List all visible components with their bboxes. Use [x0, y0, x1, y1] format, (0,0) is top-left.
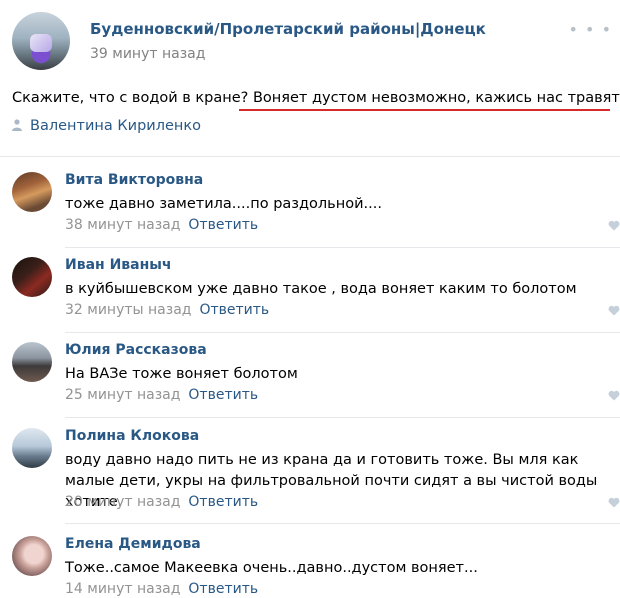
avatar-image-detail	[30, 34, 52, 52]
comment-time[interactable]: 25 минут назад	[65, 387, 180, 403]
like-heart-icon[interactable]	[608, 220, 620, 231]
comment-divider	[65, 332, 620, 333]
more-dots-icon[interactable]: • • •	[569, 20, 612, 39]
group-avatar[interactable]	[12, 12, 70, 70]
commenter-avatar[interactable]	[12, 536, 52, 576]
comment-divider	[65, 247, 620, 248]
comment-time[interactable]: 38 минут назад	[65, 217, 180, 233]
comment-meta: 20 минут назад Ответить	[65, 494, 258, 510]
post-text-question: Скажите, что с водой в кране?	[12, 90, 253, 106]
reply-button[interactable]: Ответить	[199, 302, 269, 318]
commenter-name[interactable]: Юлия Рассказова	[65, 342, 207, 358]
comment-text: На ВАЗе тоже воняет болотом	[65, 366, 298, 382]
reply-button[interactable]: Ответить	[188, 387, 258, 403]
comment-text: в куйбышевском уже давно такое , вода во…	[65, 281, 577, 297]
comment-meta: 14 минут назад Ответить	[65, 581, 258, 597]
reply-button[interactable]: Ответить	[188, 494, 258, 510]
comment-divider	[65, 523, 620, 524]
like-heart-icon[interactable]	[608, 305, 620, 316]
like-heart-icon[interactable]	[608, 390, 620, 401]
comment-time[interactable]: 32 минуты назад	[65, 302, 191, 318]
comment-divider	[65, 417, 620, 418]
comment-text: тоже давно заметила....по раздольной....	[65, 196, 382, 212]
commenter-avatar[interactable]	[12, 428, 52, 468]
comment-time[interactable]: 14 минут назад	[65, 581, 180, 597]
post-comments-divider	[0, 156, 620, 157]
comment-time[interactable]: 20 минут назад	[65, 494, 180, 510]
group-name-link[interactable]: Буденновский/Пролетарский районы|Донецк	[90, 20, 486, 38]
post-header: Буденновский/Пролетарский районы|Донецк …	[12, 12, 612, 72]
post-author-name: Валентина Кириленко	[30, 118, 201, 134]
commenter-name[interactable]: Елена Демидова	[65, 536, 201, 552]
post-author[interactable]: Валентина Кириленко	[12, 118, 201, 134]
reply-button[interactable]: Ответить	[188, 581, 258, 597]
commenter-name[interactable]: Полина Клокова	[65, 428, 199, 444]
comment-meta: 25 минут назад Ответить	[65, 387, 258, 403]
post-text-highlighted: Воняет дустом невозможно, кажись нас тра…	[252, 90, 620, 106]
user-icon	[12, 119, 22, 131]
post-text: Скажите, что с водой в кране? Воняет дус…	[12, 90, 620, 106]
comment-meta: 32 минуты назад Ответить	[65, 302, 269, 318]
comment-text: Тоже..самое Макеевка очень..давно..дусто…	[65, 560, 478, 576]
commenter-avatar[interactable]	[12, 342, 52, 382]
reply-button[interactable]: Ответить	[188, 217, 258, 233]
commenter-name[interactable]: Иван Иваныч	[65, 257, 172, 273]
like-heart-icon[interactable]	[608, 497, 620, 508]
post-timestamp[interactable]: 39 минут назад	[90, 46, 205, 62]
red-underline-annotation	[239, 109, 610, 111]
commenter-name[interactable]: Вита Викторовна	[65, 172, 203, 188]
commenter-avatar[interactable]	[12, 172, 52, 212]
comment-meta: 38 минут назад Ответить	[65, 217, 258, 233]
commenter-avatar[interactable]	[12, 257, 52, 297]
